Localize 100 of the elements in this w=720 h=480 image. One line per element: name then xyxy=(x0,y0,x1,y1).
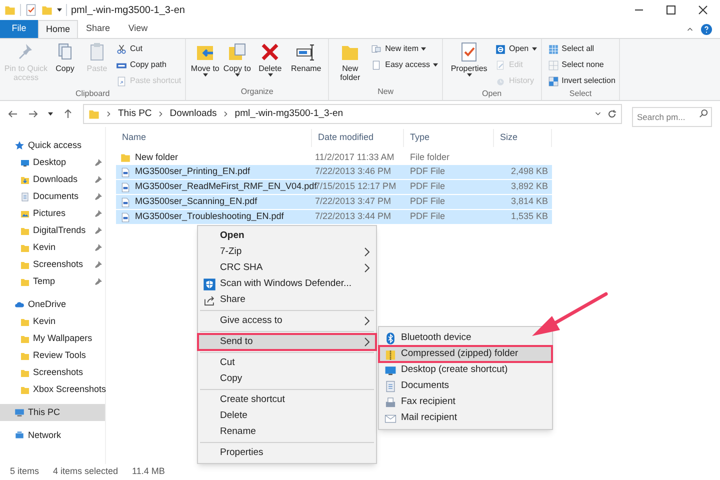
menu-item[interactable]: Compressed (zipped) folder xyxy=(379,346,552,362)
breadcrumb[interactable]: This PC xyxy=(118,106,152,122)
pin-icon[interactable] xyxy=(95,278,102,285)
nav-item[interactable]: Documents xyxy=(0,188,105,205)
ribbon-tab[interactable]: View xyxy=(118,20,158,38)
checkmark-page-icon xyxy=(459,42,480,62)
nav-item[interactable]: DigitalTrends xyxy=(0,222,105,239)
pin-icon[interactable] xyxy=(95,193,102,200)
collapse-ribbon-icon xyxy=(687,26,693,32)
nav-item[interactable]: OneDrive xyxy=(0,296,105,313)
documents-icon xyxy=(20,192,30,202)
forward-arrow-icon[interactable] xyxy=(28,109,38,119)
pin-icon[interactable] xyxy=(95,244,102,251)
nav-item[interactable]: Pictures xyxy=(0,205,105,222)
ribbon-button[interactable]: Properties xyxy=(447,42,492,88)
folder-icon xyxy=(120,152,131,163)
nav-item[interactable]: Kevin xyxy=(0,313,105,330)
select-none-icon xyxy=(548,60,559,70)
help-icon[interactable] xyxy=(701,24,712,34)
maximize-icon[interactable] xyxy=(666,5,676,15)
menu-item[interactable]: CRC SHA xyxy=(198,260,376,276)
menu-item[interactable]: Copy xyxy=(198,371,376,387)
pin-icon[interactable] xyxy=(95,159,102,166)
ribbon-button[interactable]: New item xyxy=(371,42,438,56)
ribbon-button[interactable]: Copy to xyxy=(222,42,252,86)
folder-icon xyxy=(88,108,100,120)
breadcrumb[interactable]: pml_-win-mg3500-1_3-en xyxy=(234,106,344,122)
ribbon-button[interactable]: Invert selection xyxy=(548,74,616,88)
nav-item[interactable]: Quick access xyxy=(0,137,105,154)
ribbon-button[interactable]: Select all xyxy=(548,42,616,56)
ribbon-button[interactable]: Open xyxy=(495,42,537,56)
up-arrow-icon[interactable] xyxy=(63,109,73,119)
pin-icon[interactable] xyxy=(95,227,102,234)
menu-item[interactable]: Fax recipient xyxy=(379,394,552,410)
group-label: Clipboard xyxy=(75,88,110,100)
menu-item[interactable]: Documents xyxy=(379,378,552,394)
menu-item[interactable]: Properties xyxy=(198,445,376,461)
nav-item[interactable]: My Wallpapers xyxy=(0,330,105,347)
column-header[interactable]: Size xyxy=(494,129,552,147)
menu-item[interactable]: Rename xyxy=(198,424,376,440)
back-arrow-icon[interactable] xyxy=(8,109,18,119)
new-item-icon xyxy=(371,44,382,54)
search-field[interactable]: Search pm... xyxy=(632,107,712,127)
file-row[interactable]: New folder 11/2/2017 11:33 AM File folder xyxy=(116,150,552,165)
menu-item[interactable]: Scan with Windows Defender... xyxy=(198,276,376,292)
ribbon-button[interactable]: Cut xyxy=(116,42,182,56)
column-header[interactable]: Date modified xyxy=(312,129,404,147)
ribbon-button[interactable]: Easy access xyxy=(371,58,438,72)
nav-item[interactable]: Screenshots xyxy=(0,364,105,381)
folder-copy-icon xyxy=(227,42,248,62)
nav-item[interactable]: Temp xyxy=(0,273,105,290)
menu-item[interactable]: Create shortcut xyxy=(198,392,376,408)
nav-item[interactable]: Screenshots xyxy=(0,256,105,273)
ribbon-tab[interactable]: File xyxy=(0,20,38,38)
pin-icon[interactable] xyxy=(95,210,102,217)
address-bar[interactable]: This PC Downloads pml_-win-mg3500-1_3-en xyxy=(83,104,622,124)
pin-icon[interactable] xyxy=(95,261,102,268)
ribbon-button[interactable]: Select none xyxy=(548,58,616,72)
menu-item[interactable]: Mail recipient xyxy=(379,410,552,426)
file-row[interactable]: MG3500ser_Troubleshooting_EN.pdf 7/22/2013 3:44 PM PDF File 1,535 KB xyxy=(116,210,552,225)
nav-item[interactable]: Kevin xyxy=(0,239,105,256)
share-icon xyxy=(202,294,216,306)
pin-icon[interactable] xyxy=(95,176,102,183)
desktop-icon xyxy=(384,364,396,376)
window-title: pml_-win-mg3500-1_3-en xyxy=(71,4,185,18)
ribbon-button[interactable]: Move to xyxy=(190,42,220,86)
nav-item[interactable]: Network xyxy=(0,427,105,444)
refresh-icon[interactable] xyxy=(607,109,617,119)
folder-icon xyxy=(4,4,16,16)
file-row[interactable]: MG3500ser_Printing_EN.pdf 7/22/2013 3:46 PM PDF File 2,498 KB xyxy=(116,165,552,180)
menu-item[interactable]: Give access to xyxy=(198,313,376,329)
ribbon-button[interactable]: Delete xyxy=(254,42,286,86)
ribbon-button[interactable]: Rename xyxy=(288,42,324,86)
close-icon[interactable] xyxy=(698,5,708,15)
file-row[interactable]: MG3500ser_ReadMeFirst_RMF_EN_V04.pdf7/15/2015 12:17 PM PDF File 3,892 KB xyxy=(116,180,552,195)
menu-item[interactable]: Desktop (create shortcut) xyxy=(379,362,552,378)
column-header[interactable]: Name xyxy=(116,129,312,147)
menu-item[interactable]: 7-Zip xyxy=(198,244,376,260)
desktop-icon xyxy=(20,158,30,168)
nav-item[interactable]: This PC xyxy=(0,404,105,421)
chevron-right-icon xyxy=(158,111,164,117)
ribbon-tab[interactable]: Share xyxy=(78,20,118,38)
nav-item[interactable]: Xbox Screenshots xyxy=(0,381,105,398)
group-label: New xyxy=(378,86,394,98)
breadcrumb[interactable]: Downloads xyxy=(170,106,217,122)
nav-item[interactable]: Desktop xyxy=(0,154,105,171)
column-header[interactable]: Type xyxy=(404,129,494,147)
ribbon-button[interactable]: Copy xyxy=(50,42,80,88)
nav-item[interactable]: Downloads xyxy=(0,171,105,188)
ribbon-tab[interactable]: Home xyxy=(38,20,78,38)
nav-item[interactable]: Review Tools xyxy=(0,347,105,364)
menu-item[interactable]: Open xyxy=(198,228,376,244)
ribbon-button[interactable]: New folder xyxy=(333,42,368,86)
ribbon-button[interactable]: Copy path xyxy=(116,58,182,72)
menu-item[interactable]: Bluetooth device xyxy=(379,330,552,346)
menu-item[interactable]: Send to xyxy=(198,334,376,350)
file-row[interactable]: MG3500ser_Scanning_EN.pdf 7/22/2013 3:47 PM PDF File 3,814 KB xyxy=(116,195,552,210)
menu-item[interactable]: Share xyxy=(198,292,376,308)
menu-item[interactable]: Cut xyxy=(198,355,376,371)
menu-item[interactable]: Delete xyxy=(198,408,376,424)
